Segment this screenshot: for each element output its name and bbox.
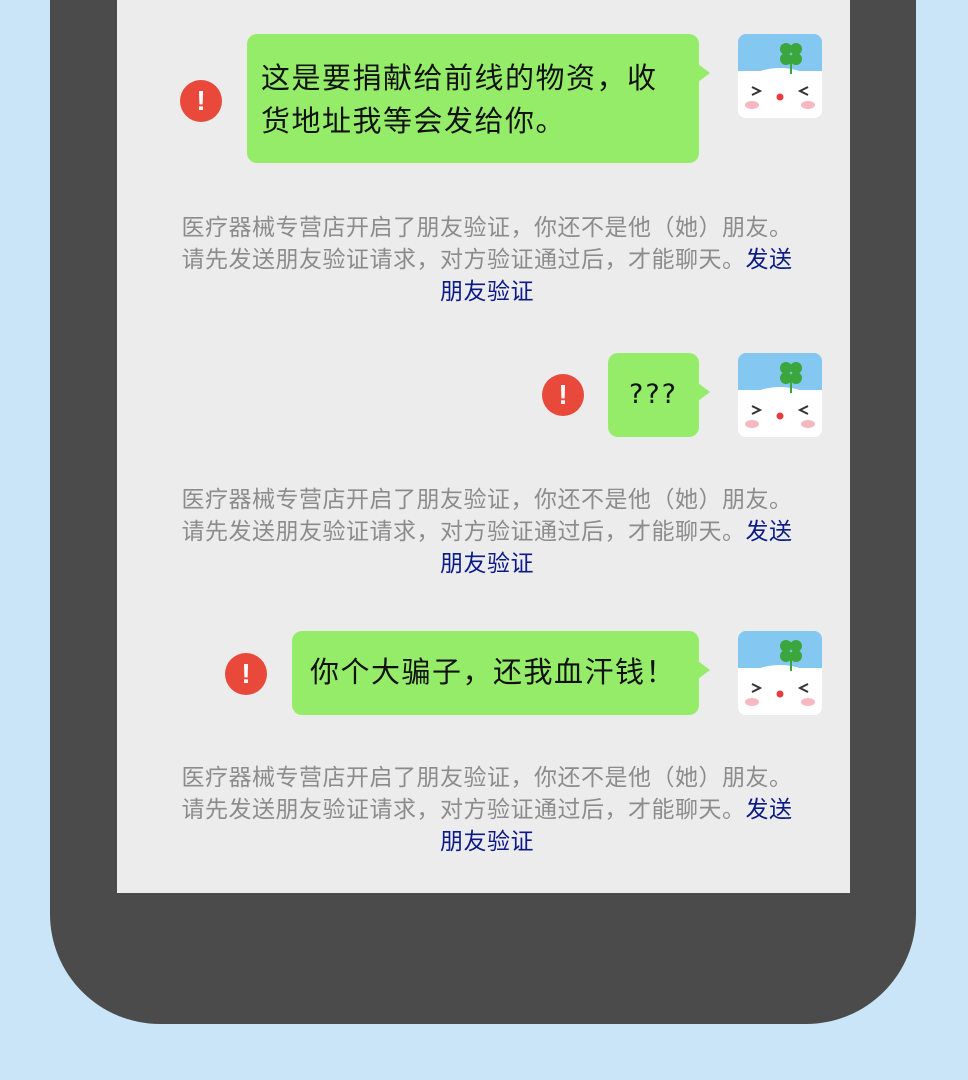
- avatar-clover-face-icon: [738, 640, 822, 715]
- avatar-clover-face-icon: [738, 43, 822, 118]
- chat-screen: ! 这是要捐献给前线的物资，收货地址我等会发给你。 医疗器械专营店开启了朋友验证…: [117, 0, 850, 893]
- notice-text: 医疗器械专营店开启了朋友验证，你还不是他（她）朋友。请先发送朋友验证请求，对方验…: [181, 487, 793, 545]
- message-text: ???: [629, 379, 678, 410]
- message-bubble[interactable]: 你个大骗子，还我血汗钱！: [292, 631, 710, 715]
- send-failed-alert-icon[interactable]: !: [542, 374, 584, 416]
- friend-verification-notice: 医疗器械专营店开启了朋友验证，你还不是他（她）朋友。请先发送朋友验证请求，对方验…: [177, 212, 797, 308]
- message-bubble[interactable]: ???: [608, 353, 710, 437]
- user-avatar[interactable]: [738, 34, 822, 118]
- message-text: 这是要捐献给前线的物资，收货地址我等会发给你。: [261, 61, 658, 138]
- friend-verification-notice: 医疗器械专营店开启了朋友验证，你还不是他（她）朋友。请先发送朋友验证请求，对方验…: [177, 762, 797, 858]
- notice-text: 医疗器械专营店开启了朋友验证，你还不是他（她）朋友。请先发送朋友验证请求，对方验…: [181, 215, 793, 273]
- message-text: 你个大骗子，还我血汗钱！: [310, 655, 677, 689]
- avatar-clover-face-icon: [738, 362, 822, 437]
- send-failed-alert-icon[interactable]: !: [180, 80, 222, 122]
- send-failed-alert-icon[interactable]: !: [225, 653, 267, 695]
- user-avatar[interactable]: [738, 353, 822, 437]
- message-bubble[interactable]: 这是要捐献给前线的物资，收货地址我等会发给你。: [247, 34, 710, 163]
- friend-verification-notice: 医疗器械专营店开启了朋友验证，你还不是他（她）朋友。请先发送朋友验证请求，对方验…: [177, 484, 797, 580]
- notice-text: 医疗器械专营店开启了朋友验证，你还不是他（她）朋友。请先发送朋友验证请求，对方验…: [181, 765, 793, 823]
- user-avatar[interactable]: [738, 631, 822, 715]
